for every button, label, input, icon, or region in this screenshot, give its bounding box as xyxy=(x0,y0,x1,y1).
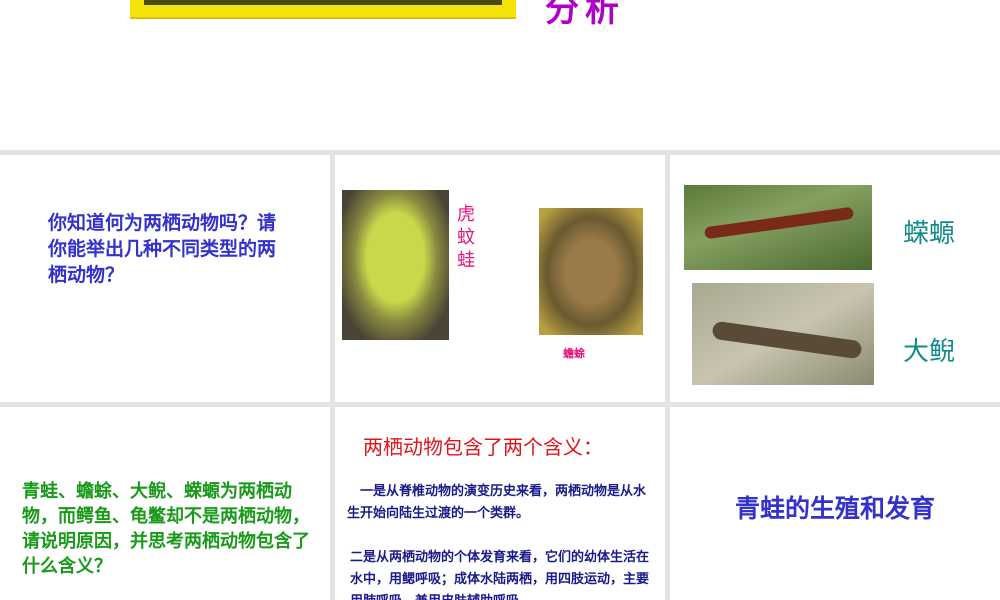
slide-title: 分析 xyxy=(545,0,625,30)
slide-title-frog-reproduction: 青蛙的生殖和发育 xyxy=(734,494,935,523)
question-text: 你知道何为两栖动物吗？请你能举出几种不同类型的两栖动物？ xyxy=(48,212,277,286)
meaning-para-1: 一是从脊椎动物的演变历史来看，两栖动物是从水生开始向陆生过渡的一个类群。 xyxy=(347,484,647,521)
newt-label: 蝾螈 xyxy=(903,219,956,249)
tiger-frog-image xyxy=(342,190,449,340)
giant-salamander-image xyxy=(692,283,874,385)
slide-thumb-salamanders[interactable]: 蝾螈 大鲵 xyxy=(670,155,1000,402)
slide-thumb-frog-reproduction[interactable]: 青蛙的生殖和发育 xyxy=(670,407,1000,600)
toad-image xyxy=(539,208,643,335)
toad-label: 蟾蜍 xyxy=(563,347,585,360)
slide-thumb-frogs[interactable]: 虎蚊蛙 蟾蜍 xyxy=(335,155,665,402)
title-banner-image xyxy=(130,0,516,19)
slide-thumb-question-2[interactable]: 青蛙、蟾蜍、大鲵、蝾螈为两栖动物，而鳄鱼、龟鳖却不是两栖动物，请说明原因，并思考… xyxy=(0,407,330,600)
question-text-2: 青蛙、蟾蜍、大鲵、蝾螈为两栖动物，而鳄鱼、龟鳖却不是两栖动物，请说明原因，并思考… xyxy=(22,481,310,577)
meaning-heading: 两栖动物包含了两个含义： xyxy=(363,435,603,459)
slide-thumb-question[interactable]: 你知道何为两栖动物吗？请你能举出几种不同类型的两栖动物？ xyxy=(0,155,330,402)
newt-image xyxy=(684,185,872,270)
slide-thumb-meaning[interactable]: 两栖动物包含了两个含义： 一是从脊椎动物的演变历史来看，两栖动物是从水生开始向陆… xyxy=(335,407,665,600)
slide-header: 分析 xyxy=(0,0,1000,150)
meaning-para-2: 二是从两栖动物的个体发育来看，它们的幼体生活在水中，用鳃呼吸；成体水陆两栖，用四… xyxy=(350,550,650,600)
tiger-frog-label: 虎蚊蛙 xyxy=(457,204,475,271)
giant-salamander-label: 大鲵 xyxy=(903,337,956,367)
